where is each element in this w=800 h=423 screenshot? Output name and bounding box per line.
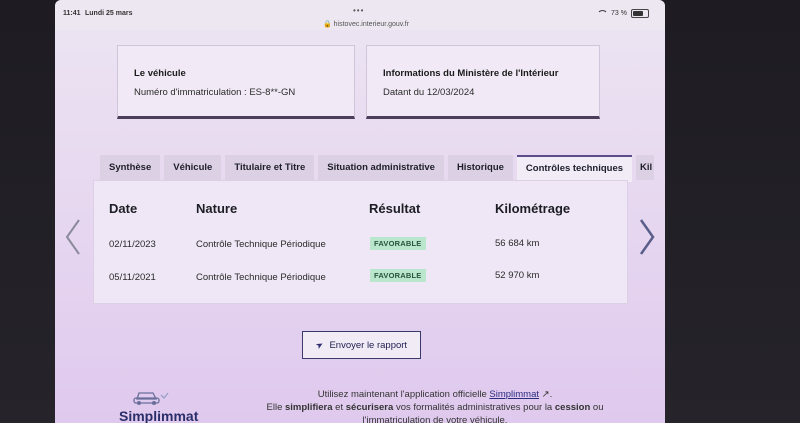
send-report-button[interactable]: ➤ Envoyer le rapport xyxy=(302,331,421,359)
footer-line-1: Utilisez maintenant l'application offici… xyxy=(225,389,645,400)
logo-text: Simplimmat xyxy=(119,408,199,423)
footer-text: et xyxy=(335,402,344,413)
tab-controles-techniques[interactable]: Contrôles techniques xyxy=(516,155,633,182)
footer-bold-securisera: sécurisera xyxy=(345,402,394,413)
wifi-icon xyxy=(597,10,609,17)
battery-percent: 73 % xyxy=(611,10,627,17)
footer-period: . xyxy=(549,389,553,400)
footer-text: ou xyxy=(592,402,604,413)
external-link-icon: ↗ xyxy=(541,389,550,400)
technical-inspections-table: Date Nature Résultat Kilométrage 02/11/2… xyxy=(93,180,628,304)
address-bar[interactable]: 🔒 histovec.interieur.gouv.fr xyxy=(323,20,409,28)
tab-situation-administrative[interactable]: Situation administrative xyxy=(318,155,444,180)
row2-result-badge: FAVORABLE xyxy=(370,269,426,282)
tablet-screen: 11:41 Lundi 25 mars ••• 🔒 histovec.inter… xyxy=(55,0,665,423)
date: Lundi 25 mars xyxy=(85,10,133,17)
row2-date: 05/11/2021 xyxy=(109,272,156,283)
registration-number: Numéro d'immatriculation : ES-8**-GN xyxy=(134,87,296,98)
footer-text: Elle xyxy=(266,402,283,413)
ministry-card: Informations du Ministère de l'Intérieur… xyxy=(366,45,600,119)
header-mileage: Kilométrage xyxy=(495,201,571,216)
clock: 11:41 xyxy=(63,10,81,17)
ministry-card-title: Informations du Ministère de l'Intérieur xyxy=(383,68,559,79)
tab-kilometrage[interactable]: Kil xyxy=(636,155,655,180)
chevron-left-icon[interactable] xyxy=(59,212,89,262)
tab-titulaire[interactable]: Titulaire et Titre xyxy=(225,155,315,180)
vehicle-card-title: Le véhicule xyxy=(134,68,186,79)
simplimmat-link[interactable]: Simplimmat xyxy=(489,389,539,400)
car-icon xyxy=(133,392,169,405)
header-date: Date xyxy=(109,201,138,216)
footer-line-2: Elle simplifiera et sécurisera vos forma… xyxy=(225,402,645,413)
simplimmat-logo[interactable]: Simplimmat xyxy=(119,386,209,423)
data-date: Datant du 12/03/2024 xyxy=(383,87,475,98)
row1-result-badge: FAVORABLE xyxy=(370,237,426,250)
battery-icon xyxy=(631,9,649,18)
header-nature: Nature xyxy=(196,201,238,216)
tab-synthese[interactable]: Synthèse xyxy=(100,155,161,180)
row1-nature: Contrôle Technique Périodique xyxy=(196,239,326,250)
status-indicators: 73 % xyxy=(597,9,649,18)
tab-bar: Synthèse Véhicule Titulaire et Titre Sit… xyxy=(100,155,655,182)
footer-bold-simplifiera: simplifiera xyxy=(285,402,333,413)
tab-historique[interactable]: Historique xyxy=(447,155,513,180)
row2-nature: Contrôle Technique Périodique xyxy=(196,272,326,283)
send-icon: ➤ xyxy=(313,338,326,351)
tab-vehicule[interactable]: Véhicule xyxy=(164,155,222,180)
chevron-right-icon[interactable] xyxy=(633,212,663,262)
footer-text: l'immatriculation de votre véhicule. xyxy=(362,415,508,423)
footer-line-3: l'immatriculation de votre véhicule. xyxy=(225,415,645,423)
footer-text: Utilisez maintenant l'application offici… xyxy=(317,389,487,400)
send-report-label: Envoyer le rapport xyxy=(329,339,408,351)
row1-date: 02/11/2023 xyxy=(109,239,156,250)
footer-bold-cession: cession xyxy=(554,402,591,413)
vehicle-card: Le véhicule Numéro d'immatriculation : E… xyxy=(117,45,355,119)
status-bar: 11:41 Lundi 25 mars ••• 🔒 histovec.inter… xyxy=(55,0,665,30)
row2-mileage: 52 970 km xyxy=(495,270,540,281)
footer-text: vos formalités administratives pour la xyxy=(395,402,553,413)
header-result: Résultat xyxy=(369,201,421,216)
row1-mileage: 56 684 km xyxy=(495,238,540,249)
browser-menu-dots[interactable]: ••• xyxy=(353,6,364,15)
